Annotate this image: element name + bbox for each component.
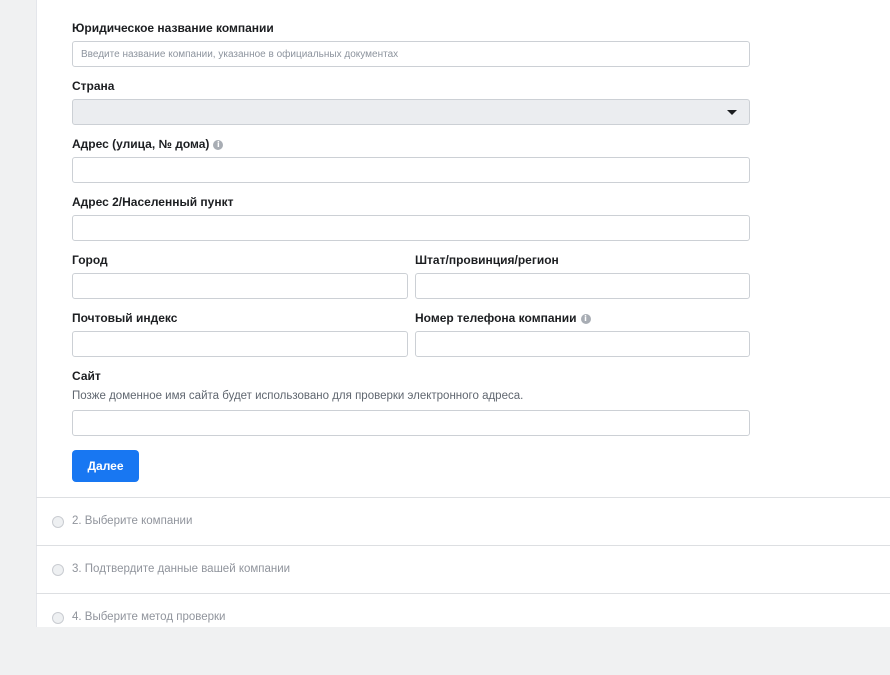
website-label: Сайт xyxy=(72,369,101,383)
step-status-circle-icon xyxy=(52,564,64,576)
step-status-circle-icon xyxy=(52,516,64,528)
step-4-row[interactable]: 4. Выберите метод проверки xyxy=(36,593,890,627)
phone-input[interactable] xyxy=(415,331,750,357)
legal-name-label: Юридическое название компании xyxy=(72,21,274,35)
address-label-text: Адрес (улица, № дома) xyxy=(72,137,210,151)
address-input[interactable] xyxy=(72,157,750,183)
step-label: 4. Выберите метод проверки xyxy=(72,611,226,623)
city-label: Город xyxy=(72,253,108,267)
country-select[interactable] xyxy=(72,99,750,125)
address2-label: Адрес 2/Населенный пункт xyxy=(72,195,234,209)
next-button[interactable]: Далее xyxy=(72,450,139,482)
info-icon[interactable]: i xyxy=(213,140,224,150)
state-label: Штат/провинция/регион xyxy=(415,253,559,267)
address2-input[interactable] xyxy=(72,215,750,241)
info-icon[interactable]: i xyxy=(580,314,591,324)
city-input[interactable] xyxy=(72,273,408,299)
chevron-down-icon xyxy=(727,110,737,115)
state-input[interactable] xyxy=(415,273,750,299)
country-label: Страна xyxy=(72,79,115,93)
address-label: Адрес (улица, № дома) i xyxy=(72,137,224,151)
step-label: 2. Выберите компании xyxy=(72,515,193,527)
phone-label: Номер телефона компании i xyxy=(415,311,591,325)
zip-input[interactable] xyxy=(72,331,408,357)
step-status-circle-icon xyxy=(52,612,64,624)
zip-label: Почтовый индекс xyxy=(72,311,178,325)
website-help-text: Позже доменное имя сайта будет использов… xyxy=(72,390,524,402)
step-3-row[interactable]: 3. Подтвердите данные вашей компании xyxy=(36,545,890,593)
step-label: 3. Подтвердите данные вашей компании xyxy=(72,563,291,575)
legal-name-input[interactable] xyxy=(72,41,750,67)
phone-label-text: Номер телефона компании xyxy=(415,311,577,325)
website-input[interactable] xyxy=(72,410,750,436)
step-2-row[interactable]: 2. Выберите компании xyxy=(36,497,890,545)
